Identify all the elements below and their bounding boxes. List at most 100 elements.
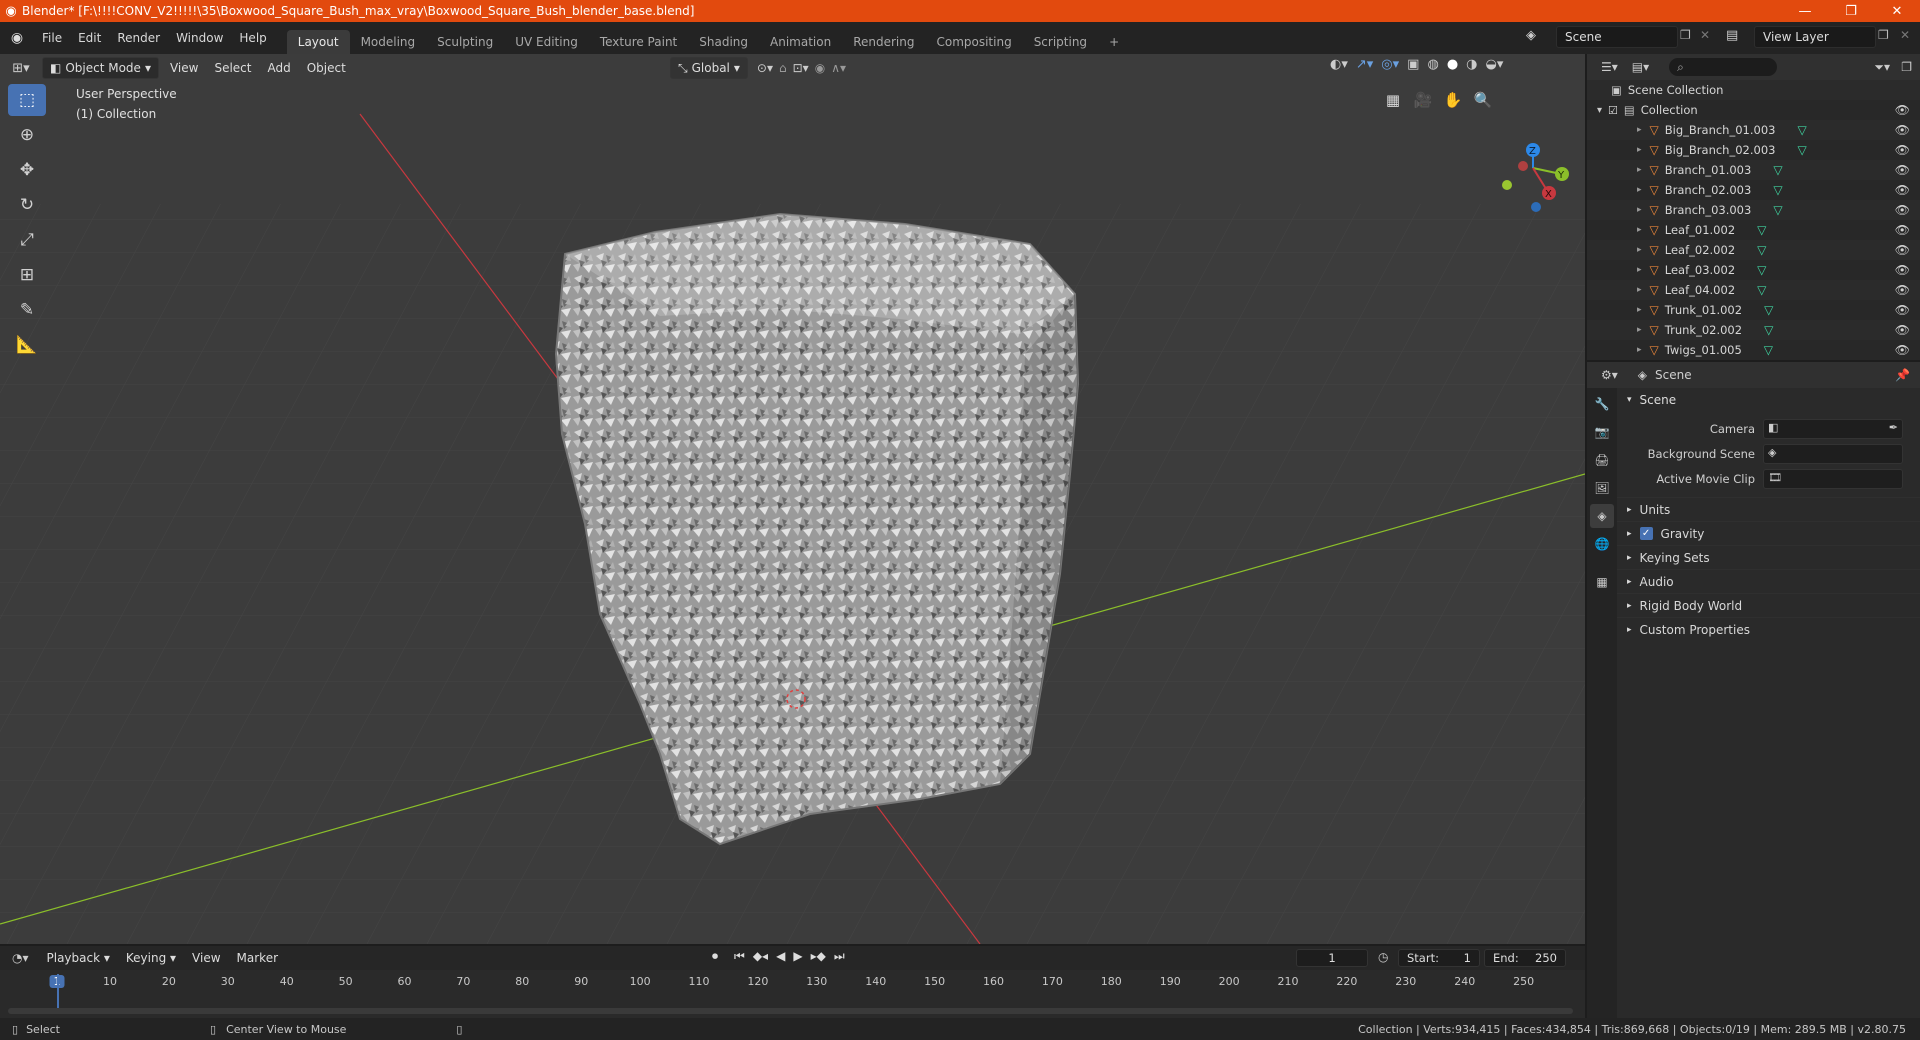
tab-animation[interactable]: Animation [759,30,842,54]
eye-icon[interactable]: 👁 [1895,163,1910,177]
tab-compositing[interactable]: Compositing [925,30,1022,54]
outliner-item[interactable]: ▸ ▽ Leaf_04.002 ▽ 👁 [1587,280,1920,300]
pin-icon[interactable]: 📌 [1895,368,1910,382]
play-reverse-icon[interactable]: ◀ [776,949,785,964]
expand-arrow-icon[interactable]: ▸ [1637,205,1642,215]
mesh-data-icon[interactable]: ▽ [1773,163,1782,177]
visibility-icon[interactable]: ◐▾ [1330,57,1348,72]
output-tab-icon[interactable]: 🖨 [1590,448,1614,472]
play-icon[interactable]: ▶ [793,949,802,964]
scene-browse-icon[interactable]: ◈ [1526,28,1536,43]
mode-selector[interactable]: ◧ Object Mode ▾ [42,57,159,79]
gizmo-toggle-icon[interactable]: ↗▾ [1356,57,1373,72]
minimize-button[interactable]: — [1782,0,1828,22]
rigid-body-world-panel[interactable]: ▸ Rigid Body World [1617,593,1920,617]
outliner-item[interactable]: ▸ ▽ Leaf_01.002 ▽ 👁 [1587,220,1920,240]
measure-tool-icon[interactable]: 📐 [8,329,46,361]
outliner-item[interactable]: ▸ ▽ Trunk_02.002 ▽ 👁 [1587,320,1920,340]
eye-icon[interactable]: 👁 [1895,323,1910,337]
solid-shading-icon[interactable]: ● [1447,57,1458,72]
eye-icon[interactable]: 👁 [1895,183,1910,197]
add-workspace-icon[interactable]: + [1098,30,1130,54]
tab-scripting[interactable]: Scripting [1023,30,1098,54]
eye-icon[interactable]: 👁 [1895,223,1910,237]
maximize-button[interactable]: ❐ [1828,0,1874,22]
tab-sculpting[interactable]: Sculpting [426,30,504,54]
expand-arrow-icon[interactable]: ▸ [1637,185,1642,195]
expand-arrow-icon[interactable]: ▸ [1637,225,1642,235]
render-tab-icon[interactable]: 📷 [1590,420,1614,444]
select-box-tool-icon[interactable]: ⬚ [8,84,46,116]
outliner-item[interactable]: ▸ ▽ Big_Branch_02.003 ▽ 👁 [1587,140,1920,160]
pan-view-icon[interactable]: ✋ [1439,86,1467,114]
menu-edit[interactable]: Edit [70,27,109,49]
mesh-data-icon[interactable]: ▽ [1773,203,1782,217]
snap-target-icon[interactable]: ⊡▾ [793,61,809,75]
eye-icon[interactable]: 👁 [1895,283,1910,297]
menu-help[interactable]: Help [231,27,274,49]
menu-window[interactable]: Window [168,27,231,49]
new-scene-icon[interactable]: ❐ [1680,28,1691,42]
menu-add[interactable]: Add [259,57,298,79]
annotate-tool-icon[interactable]: ✎ [8,294,46,326]
rendered-shading-icon[interactable]: ◒▾ [1486,57,1504,72]
audio-panel[interactable]: ▸ Audio [1617,569,1920,593]
eye-icon[interactable]: 👁 [1895,143,1910,157]
gravity-panel[interactable]: ▸ ✓ Gravity [1617,521,1920,545]
view-layer-selector[interactable]: View Layer [1754,26,1876,48]
expand-arrow-icon[interactable]: ▸ [1637,265,1642,275]
gravity-checkbox[interactable]: ✓ [1639,527,1653,540]
expand-arrow-icon[interactable]: ▸ [1637,325,1642,335]
toggle-perspective-icon[interactable]: ▦ [1379,86,1407,114]
delete-scene-icon[interactable]: ✕ [1700,28,1710,42]
keying-sets-panel[interactable]: ▸ Keying Sets [1617,545,1920,569]
eye-icon[interactable]: 👁 [1895,103,1910,117]
tool-settings-tab-icon[interactable]: 🔧 [1590,392,1614,416]
new-collection-icon[interactable]: ❐ [1901,60,1912,74]
outliner-editor-icon[interactable]: ☰▾ [1601,60,1618,74]
eyedropper-icon[interactable]: ✒ [1889,421,1898,434]
start-frame-field[interactable]: Start: 1 [1398,949,1480,967]
outliner-item[interactable]: ▸ ▽ Twigs_01.005 ▽ 👁 [1587,340,1920,360]
units-panel[interactable]: ▸ Units [1617,497,1920,521]
tab-layout[interactable]: Layout [286,30,350,54]
material-shading-icon[interactable]: ◑ [1466,57,1477,72]
outliner-item[interactable]: ▸ ▽ Branch_02.003 ▽ 👁 [1587,180,1920,200]
timeline-scrollbar[interactable] [8,1008,1573,1014]
view-layer-tab-icon[interactable]: 🖼 [1590,476,1614,500]
mesh-data-icon[interactable]: ▽ [1764,303,1773,317]
mesh-data-icon[interactable]: ▽ [1764,323,1773,337]
eye-icon[interactable]: 👁 [1895,303,1910,317]
menu-keying[interactable]: Keying ▾ [118,947,184,969]
scene-selector[interactable]: Scene [1556,26,1678,48]
expand-arrow-icon[interactable]: ▸ [1637,285,1642,295]
proportional-edit-icon[interactable]: ◉ [815,61,825,75]
camera-view-icon[interactable]: 🎥 [1409,86,1437,114]
tab-uv-editing[interactable]: UV Editing [504,30,589,54]
menu-timeline-view[interactable]: View [184,947,228,969]
eye-icon[interactable]: 👁 [1895,243,1910,257]
outliner-search-input[interactable]: ⌕ [1669,58,1778,76]
orientation-selector[interactable]: ⤡ Global ▾ [670,57,748,79]
current-frame-field[interactable]: 1 [1296,949,1368,967]
jump-end-icon[interactable]: ⏭ [834,949,845,964]
menu-view[interactable]: View [162,57,206,79]
filter-icon[interactable]: ⏷▾ [1874,60,1890,75]
custom-properties-panel[interactable]: ▸ Custom Properties [1617,617,1920,641]
menu-marker[interactable]: Marker [229,947,286,969]
3d-viewport[interactable]: Z Y X ⊞▾ ◧ Object Mode ▾ View Select Add… [0,54,1585,944]
camera-field[interactable]: ◧ ✒ [1763,418,1903,439]
scene-panel-header[interactable]: ▾ Scene [1617,388,1920,412]
end-frame-field[interactable]: End: 250 [1484,949,1566,967]
expand-arrow-icon[interactable]: ▸ [1637,245,1642,255]
overlay-toggle-icon[interactable]: ◎▾ [1381,57,1399,72]
cursor-tool-icon[interactable]: ⊕ [8,119,46,151]
gizmo-neg-z-icon[interactable] [1531,202,1541,212]
zoom-view-icon[interactable]: 🔍 [1469,86,1497,114]
timeline-editor-icon[interactable]: ◔▾ [12,951,29,965]
outliner-item[interactable]: ▸ ▽ Leaf_02.002 ▽ 👁 [1587,240,1920,260]
mesh-data-icon[interactable]: ▽ [1757,243,1766,257]
delete-view-layer-icon[interactable]: ✕ [1900,28,1910,42]
xray-icon[interactable]: ▣ [1407,57,1419,72]
preview-range-icon[interactable]: ◷ [1378,950,1388,964]
